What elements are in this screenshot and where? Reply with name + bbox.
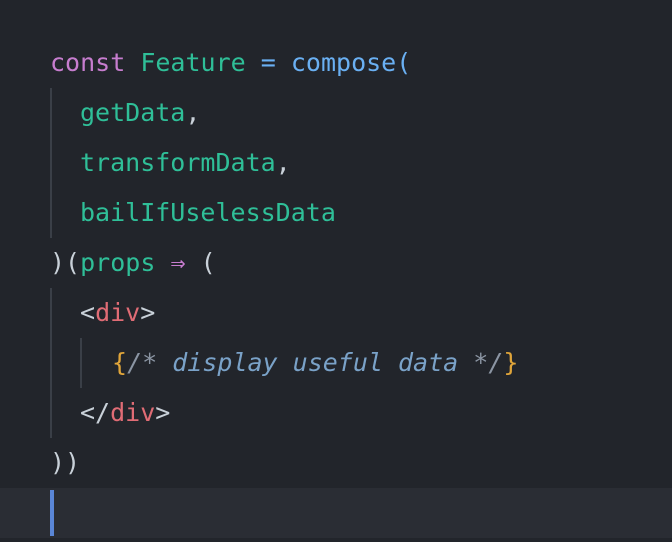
comma-token: , <box>275 148 291 177</box>
comment-token: display useful data <box>172 348 459 377</box>
identifier-token: props <box>80 248 156 277</box>
identifier-token: bailIfUselessData <box>80 198 336 227</box>
code-line-8: </div> <box>0 388 170 438</box>
tag-token: div <box>110 398 156 427</box>
keyword-token: const <box>50 48 126 77</box>
paren-token: )) <box>50 448 81 477</box>
code-line-6: <div> <box>0 288 155 338</box>
function-token: compose <box>290 48 397 77</box>
angle-token: < <box>80 298 96 327</box>
code-line-1: const Feature = compose( <box>0 38 411 88</box>
code-line-9: )) <box>0 438 80 488</box>
code-line-5: )(props ⇒ ( <box>0 238 216 288</box>
comment-marker: */ <box>473 348 504 377</box>
identifier-token: getData <box>80 98 186 127</box>
identifier-token: Feature <box>140 48 246 77</box>
code-line-4: bailIfUselessData <box>0 188 336 238</box>
brace-token: { <box>112 348 128 377</box>
identifier-token: transformData <box>80 148 276 177</box>
code-editor[interactable]: const Feature = compose( getData, transf… <box>0 0 672 542</box>
current-line-highlight <box>0 488 672 538</box>
paren-token: ( <box>200 248 216 277</box>
angle-token: > <box>155 398 171 427</box>
comma-token: , <box>185 98 201 127</box>
operator-token: = <box>260 48 276 77</box>
angle-token: > <box>140 298 156 327</box>
code-line-2: getData, <box>0 88 200 138</box>
tag-token: div <box>95 298 141 327</box>
code-line-3: transformData, <box>0 138 291 188</box>
brace-token: } <box>503 348 519 377</box>
arrow-token: ⇒ <box>170 248 186 277</box>
text-cursor <box>50 490 54 536</box>
comment-marker: /* <box>127 348 158 377</box>
angle-token: </ <box>80 398 111 427</box>
paren-token: )( <box>50 248 81 277</box>
code-line-7: {/* display useful data */} <box>0 338 518 388</box>
paren-token: ( <box>396 48 412 77</box>
